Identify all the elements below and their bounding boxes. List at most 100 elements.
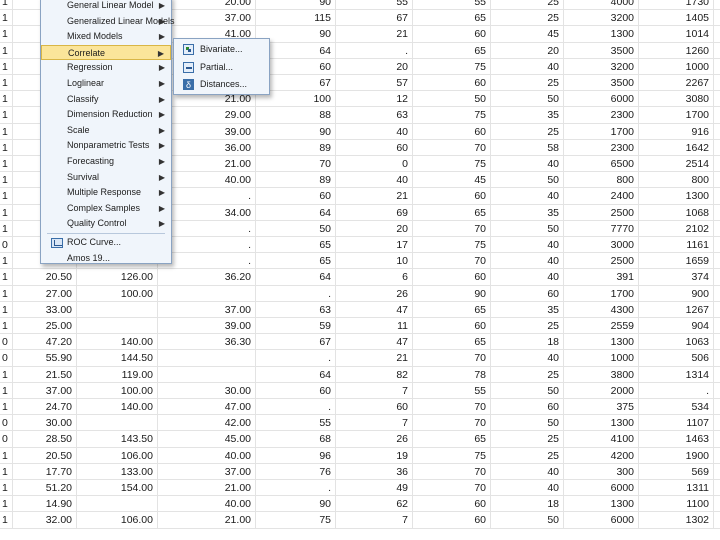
table-cell[interactable]: 1 <box>0 269 13 286</box>
table-cell[interactable]: 1 <box>0 75 13 92</box>
table-cell[interactable]: 47.00 <box>158 399 256 416</box>
menu-item-nonparametric-tests[interactable]: Nonparametric Tests ▶ <box>41 138 171 154</box>
table-cell[interactable]: 67 <box>256 334 336 351</box>
table-cell[interactable]: 36.20 <box>158 269 256 286</box>
table-cell[interactable]: 34.00 <box>158 204 256 221</box>
table-cell[interactable]: 40.00 <box>158 172 256 189</box>
table-row[interactable]: 1 27.00 100.00. 26 90 60 1700 900 <box>0 285 720 302</box>
menu-item-complex-samples[interactable]: Complex Samples ▶ <box>41 201 171 217</box>
table-cell[interactable]: 70 <box>413 350 491 367</box>
table-cell[interactable]: 0 <box>0 431 13 448</box>
table-cell[interactable]: 534 <box>639 399 714 416</box>
table-cell[interactable]: 60 <box>336 139 413 156</box>
table-cell[interactable]: 1 <box>0 220 13 237</box>
table-cell[interactable]: 1 <box>0 10 13 27</box>
table-cell[interactable]: 50 <box>256 220 336 237</box>
table-cell[interactable]: 60 <box>413 188 491 205</box>
table-cell[interactable]: 1000 <box>564 350 639 367</box>
table-cell[interactable]: 1463 <box>639 431 714 448</box>
table-cell[interactable]: 47.20 <box>13 334 77 351</box>
table-cell[interactable]: 1 <box>0 463 13 480</box>
table-cell[interactable]: 50 <box>491 512 564 529</box>
table-cell[interactable]: 7 <box>336 382 413 399</box>
table-cell[interactable]: 35 <box>491 107 564 124</box>
table-cell[interactable]: 10 <box>336 253 413 270</box>
table-cell[interactable]: 106.00 <box>77 512 158 529</box>
table-cell[interactable]: 21 <box>336 188 413 205</box>
table-cell[interactable]: 1 <box>0 0 13 11</box>
table-cell[interactable]: 50 <box>491 220 564 237</box>
table-cell[interactable]: . <box>158 253 256 270</box>
table-cell[interactable]: 1014 <box>639 26 714 43</box>
table-cell[interactable]: 0 <box>336 156 413 173</box>
table-cell[interactable]: 17 <box>336 237 413 254</box>
table-cell[interactable]: 60 <box>256 382 336 399</box>
table-cell[interactable]: 140.00 <box>77 334 158 351</box>
table-cell[interactable]: 20.00 <box>158 0 256 11</box>
table-cell[interactable]: . <box>336 42 413 59</box>
table-cell[interactable]: 65 <box>413 42 491 59</box>
table-row[interactable]: 1 25.00 39.00 59 11 60 25 2559 904 <box>0 318 720 335</box>
table-cell[interactable]: 7 <box>336 512 413 529</box>
table-cell[interactable]: 60 <box>413 26 491 43</box>
table-cell[interactable]: 60 <box>256 188 336 205</box>
table-row[interactable]: 1 14.90 40.00 90 62 60 18 1300 1100 <box>0 496 720 513</box>
table-cell[interactable]: 4000 <box>564 0 639 11</box>
menu-item-survival[interactable]: Survival ▶ <box>41 170 171 186</box>
table-cell[interactable]: 37.00 <box>13 382 77 399</box>
table-cell[interactable]: 42.00 <box>158 415 256 432</box>
table-cell[interactable]: 25.00 <box>13 318 77 335</box>
table-cell[interactable]: 40 <box>491 188 564 205</box>
table-cell[interactable]: 0 <box>0 415 13 432</box>
table-cell[interactable]: . <box>158 237 256 254</box>
table-row[interactable]: 1 51.20 154.00 21.00. 49 70 40 6000 1311 <box>0 480 720 497</box>
table-cell[interactable]: 30.00 <box>13 415 77 432</box>
table-cell[interactable] <box>158 366 256 383</box>
table-cell[interactable]: 1161 <box>639 237 714 254</box>
menu-item-roc-curve[interactable]: ROC Curve... <box>41 235 171 251</box>
table-cell[interactable]: 60 <box>413 269 491 286</box>
table-cell[interactable]: 1900 <box>639 447 714 464</box>
table-cell[interactable]: 36.30 <box>158 334 256 351</box>
table-cell[interactable]: 47 <box>336 301 413 318</box>
table-cell[interactable]: 57 <box>336 75 413 92</box>
table-cell[interactable]: 37.00 <box>158 463 256 480</box>
table-cell[interactable]: 40 <box>491 269 564 286</box>
table-cell[interactable]: 18 <box>491 334 564 351</box>
table-cell[interactable]: 17.70 <box>13 463 77 480</box>
table-cell[interactable]: 25 <box>491 10 564 27</box>
table-cell[interactable]: 916 <box>639 123 714 140</box>
table-cell[interactable]: 3000 <box>564 237 639 254</box>
table-cell[interactable]: 374 <box>639 269 714 286</box>
table-row[interactable]: 0 55.90 144.50. 21 70 40 1000 506 <box>0 350 720 367</box>
table-cell[interactable]: 75 <box>413 447 491 464</box>
table-cell[interactable]: 1311 <box>639 480 714 497</box>
table-cell[interactable]: 55 <box>256 415 336 432</box>
table-cell[interactable]: 7770 <box>564 220 639 237</box>
table-cell[interactable]: 60 <box>491 285 564 302</box>
table-cell[interactable]: 1700 <box>564 123 639 140</box>
table-cell[interactable]: 21.00 <box>158 156 256 173</box>
table-cell[interactable]: 65 <box>413 334 491 351</box>
menu-item-dimension-reduction[interactable]: Dimension Reduction ▶ <box>41 107 171 123</box>
table-cell[interactable]: 55 <box>413 0 491 11</box>
table-cell[interactable]: 40 <box>491 58 564 75</box>
table-cell[interactable]: 2514 <box>639 156 714 173</box>
table-cell[interactable]: 2559 <box>564 318 639 335</box>
table-cell[interactable]: 18 <box>491 496 564 513</box>
table-cell[interactable]: 25 <box>491 366 564 383</box>
menu-item-multiple-response[interactable]: Multiple Response ▶ <box>41 185 171 201</box>
table-cell[interactable]: 1107 <box>639 415 714 432</box>
table-cell[interactable]: 1 <box>0 399 13 416</box>
table-cell[interactable]: 7 <box>336 415 413 432</box>
table-cell[interactable]: 11 <box>336 318 413 335</box>
table-cell[interactable]: 2500 <box>564 204 639 221</box>
table-cell[interactable]: 65 <box>256 253 336 270</box>
table-cell[interactable]: 133.00 <box>77 463 158 480</box>
table-cell[interactable]: 0 <box>0 237 13 254</box>
table-cell[interactable]: 3500 <box>564 42 639 59</box>
table-cell[interactable]: 70 <box>413 399 491 416</box>
table-cell[interactable]: 90 <box>413 285 491 302</box>
submenu-item-partial[interactable]: Partial... <box>174 59 269 76</box>
table-cell[interactable]: 32.00 <box>13 512 77 529</box>
